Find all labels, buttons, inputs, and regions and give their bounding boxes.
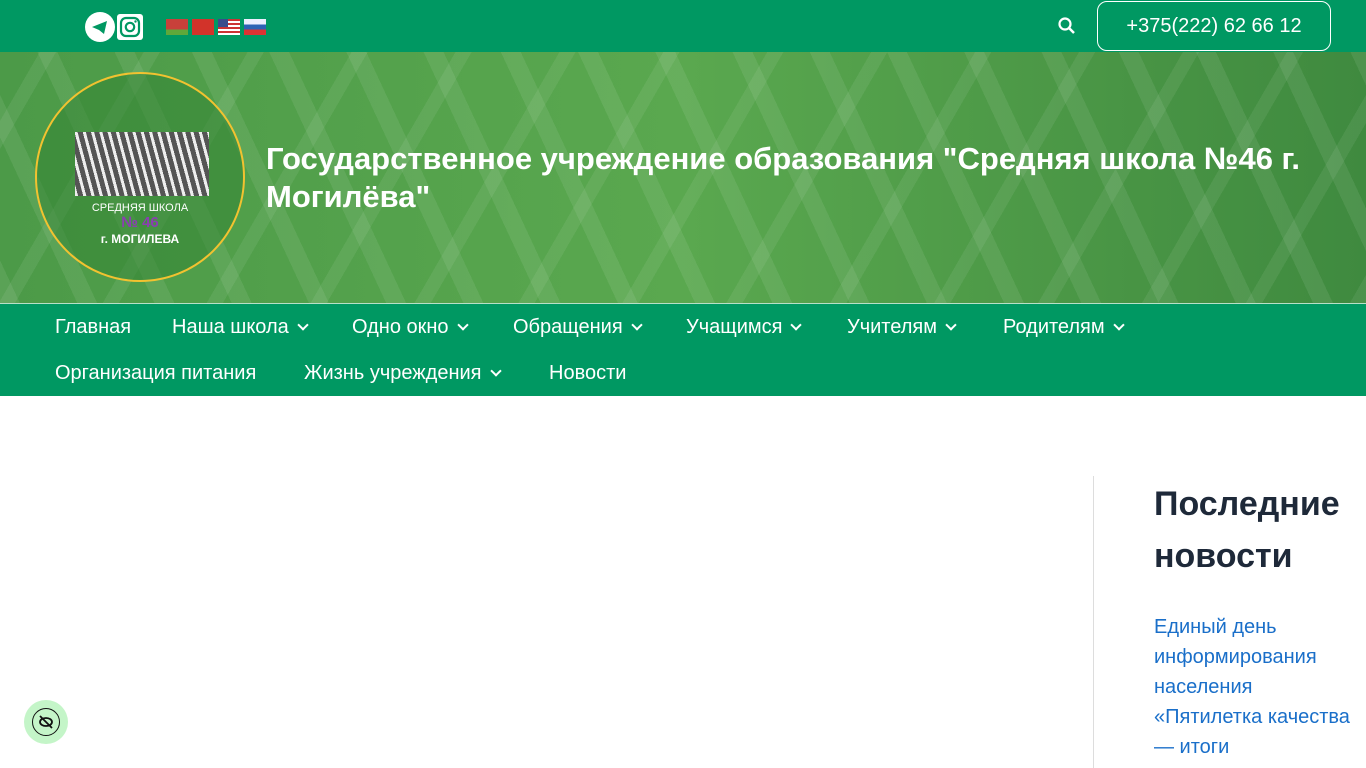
phone-button[interactable]: +375(222) 62 66 12 <box>1097 1 1331 51</box>
nav-news[interactable]: Новости <box>549 362 626 385</box>
site-title[interactable]: Государственное учреждение образования "… <box>266 140 1326 216</box>
eye-slash-icon <box>32 708 60 736</box>
school-building-image <box>75 132 209 196</box>
chevron-down-icon <box>297 319 309 331</box>
nav-school-life[interactable]: Жизнь учреждения <box>304 362 502 385</box>
logo-number: № 46 <box>121 214 159 231</box>
nav-parents[interactable]: Родителям <box>1003 316 1125 339</box>
chevron-down-icon <box>489 365 502 377</box>
chevron-down-icon <box>790 319 803 331</box>
accessibility-button[interactable] <box>24 700 68 744</box>
nav-students[interactable]: Учащимся <box>686 316 803 339</box>
flag-usa-icon[interactable] <box>218 19 240 35</box>
chevron-down-icon <box>945 319 957 331</box>
nav-home[interactable]: Главная <box>55 316 131 339</box>
nav-one-window[interactable]: Одно окно <box>352 316 469 339</box>
search-icon[interactable] <box>1055 14 1079 38</box>
chevron-down-icon <box>456 319 469 331</box>
sidebar-heading: Последние новости <box>1154 485 1340 575</box>
nav-our-school[interactable]: Наша школа <box>172 316 309 339</box>
sidebar-divider <box>1093 476 1094 768</box>
telegram-icon[interactable] <box>85 12 115 42</box>
nav-appeals[interactable]: Обращения <box>513 316 643 339</box>
main-nav: Главная Наша школа Одно окно Обращения У… <box>0 303 1366 396</box>
chevron-down-icon <box>1112 319 1125 331</box>
chevron-down-icon <box>631 319 643 331</box>
top-bar: +375(222) 62 66 12 <box>0 0 1366 52</box>
news-link[interactable]: Единый день информирования населения «Пя… <box>1154 612 1354 762</box>
logo-city: г. МОГИЛЕВА <box>100 232 180 246</box>
nav-teachers[interactable]: Учителям <box>847 316 957 339</box>
flag-russia-icon[interactable] <box>244 19 266 35</box>
school-logo[interactable]: СРЕДНЯЯ ШКОЛА № 46 г. МОГИЛЕВА <box>35 72 245 282</box>
instagram-icon[interactable] <box>117 14 143 40</box>
flag-china-icon[interactable] <box>192 19 214 35</box>
logo-text: СРЕДНЯЯ ШКОЛА <box>91 202 189 214</box>
nav-catering[interactable]: Организация питания <box>55 362 256 385</box>
flag-belarus-icon[interactable] <box>166 19 188 35</box>
